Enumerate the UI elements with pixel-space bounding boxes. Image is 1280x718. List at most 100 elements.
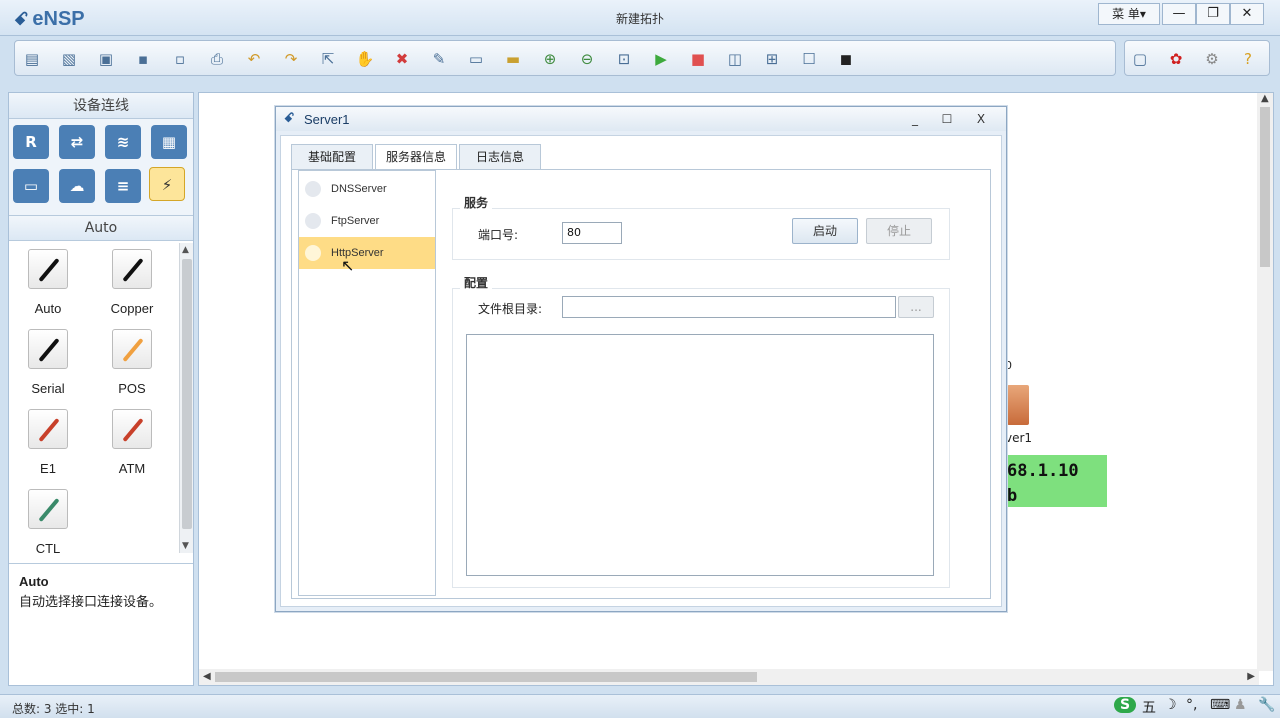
- new-topology-icon[interactable]: ▤: [21, 48, 43, 70]
- ip-note-line2: b: [1007, 486, 1018, 506]
- settings-gear-icon[interactable]: ⚙: [1201, 48, 1223, 70]
- switch-icon[interactable]: ⇄: [59, 125, 95, 159]
- dialog-maximize-button[interactable]: ☐: [932, 109, 962, 129]
- delete-icon[interactable]: ✖: [391, 48, 413, 70]
- canvas-horizontal-scrollbar[interactable]: ◀ ▶: [199, 669, 1259, 685]
- cable-type-header: Auto: [9, 215, 193, 241]
- command-line-icon[interactable]: ◼: [835, 48, 857, 70]
- delete-link-icon[interactable]: ✎: [428, 48, 450, 70]
- connection-icon[interactable]: ⚡: [149, 167, 185, 201]
- cable-list-scrollbar[interactable]: ▲ ▼: [179, 243, 193, 553]
- print-icon[interactable]: ⎙: [206, 48, 228, 70]
- tab-log-info[interactable]: 日志信息: [459, 144, 541, 170]
- dialog-close-button[interactable]: X: [966, 109, 996, 129]
- pan-hand-icon[interactable]: ✋: [354, 48, 376, 70]
- redo-icon[interactable]: ↷: [280, 48, 302, 70]
- close-button[interactable]: ✕: [1230, 3, 1264, 25]
- save-as-icon[interactable]: ▫: [169, 48, 191, 70]
- cable-serial[interactable]: Serial: [13, 329, 83, 396]
- tools-icon[interactable]: 🔧: [1258, 697, 1275, 713]
- auto-cable-icon: [38, 257, 60, 283]
- service-status-icon: [305, 245, 321, 261]
- server-rack-icon[interactable]: ≡: [105, 169, 141, 203]
- undo-icon[interactable]: ↶: [243, 48, 265, 70]
- capture-data-icon[interactable]: ◫: [724, 48, 746, 70]
- save-icon[interactable]: ▪: [132, 48, 154, 70]
- zoom-out-icon[interactable]: ⊖: [576, 48, 598, 70]
- dialog-title-bar[interactable]: ꗃ Server1 _ ☐ X: [276, 107, 1006, 131]
- add-shape-icon[interactable]: ▬: [502, 48, 524, 70]
- selection-count: 总数: 3 选中: 1: [12, 702, 95, 716]
- server-config-dialog: ꗃ Server1 _ ☐ X 基础配置 服务器信息 日志信息 DNSServe…: [275, 106, 1007, 612]
- stop-button[interactable]: 停止: [866, 218, 932, 244]
- port-input[interactable]: 80: [562, 222, 622, 244]
- server-device-icon[interactable]: [1007, 385, 1029, 425]
- device-panel: 设备连线 R ⇄ ≋ ▦ ▭ ☁ ≡ ⚡ Auto Auto Copper Se…: [8, 92, 194, 686]
- cable-pos[interactable]: POS: [97, 329, 167, 396]
- tab-server-info[interactable]: 服务器信息: [375, 144, 457, 171]
- sogou-ime-icon[interactable]: S: [1114, 697, 1136, 713]
- scroll-right-icon[interactable]: ▶: [1247, 671, 1255, 682]
- service-item-ftp[interactable]: FtpServer: [299, 205, 435, 237]
- restore-button[interactable]: ❐: [1196, 3, 1230, 25]
- half-width-icon[interactable]: ☽: [1164, 697, 1177, 713]
- add-note-icon[interactable]: ▭: [465, 48, 487, 70]
- cable-ctl[interactable]: CTL: [13, 489, 83, 556]
- chat-icon[interactable]: ▢: [1129, 48, 1151, 70]
- cable-copper[interactable]: Copper: [97, 249, 167, 316]
- fit-view-icon[interactable]: ⊡: [613, 48, 635, 70]
- ip-note-box[interactable]: 68.1.10 b: [1007, 455, 1107, 507]
- wireless-icon[interactable]: ≋: [105, 125, 141, 159]
- canvas-vertical-scrollbar[interactable]: ▲: [1257, 93, 1273, 671]
- ctl-cable-icon: [38, 497, 60, 523]
- scroll-thumb[interactable]: [182, 259, 192, 529]
- service-item-http[interactable]: HttpServer ↖: [299, 237, 435, 275]
- dialog-minimize-button[interactable]: _: [900, 109, 930, 129]
- browse-button[interactable]: ...: [898, 296, 934, 318]
- cable-atm[interactable]: ATM: [97, 409, 167, 476]
- ime-toolbar: S 五 ☽ °, ⌨ ♟ 🔧: [1114, 697, 1280, 717]
- cable-auto[interactable]: Auto: [13, 249, 83, 316]
- start-button[interactable]: 启动: [792, 218, 858, 244]
- select-icon[interactable]: ⇱: [317, 48, 339, 70]
- router-icon[interactable]: R: [13, 125, 49, 159]
- new-lab-icon[interactable]: ▧: [58, 48, 80, 70]
- minimize-button[interactable]: —: [1162, 3, 1196, 25]
- service-item-dns[interactable]: DNSServer: [299, 173, 435, 205]
- stop-device-icon[interactable]: ■: [687, 48, 709, 70]
- file-list-area[interactable]: [466, 334, 934, 576]
- service-status-icon: [305, 213, 321, 229]
- pos-cable-icon: [122, 337, 144, 363]
- scroll-thumb[interactable]: [215, 672, 757, 682]
- tab-basic-config[interactable]: 基础配置: [291, 144, 373, 170]
- huawei-logo-icon[interactable]: ✿: [1165, 48, 1187, 70]
- menu-button[interactable]: 菜 单▾: [1098, 3, 1160, 25]
- firewall-icon[interactable]: ▦: [151, 125, 187, 159]
- scroll-down-icon[interactable]: ▼: [182, 541, 189, 551]
- keyboard-icon[interactable]: ⌨: [1210, 697, 1230, 713]
- cable-e1[interactable]: E1: [13, 409, 83, 476]
- atm-cable-icon: [122, 417, 144, 443]
- window-title: 新建拓扑: [615, 12, 664, 26]
- ensp-small-icon: ꗃ: [284, 111, 295, 126]
- root-dir-input[interactable]: [562, 296, 896, 318]
- zoom-in-icon[interactable]: ⊕: [539, 48, 561, 70]
- scroll-up-icon[interactable]: ▲: [1261, 93, 1269, 104]
- server-info-panel: DNSServer FtpServer HttpServer ↖ 服务 端口号:…: [291, 169, 991, 599]
- cloud-icon[interactable]: ☁: [59, 169, 95, 203]
- mouse-cursor-icon: ↖: [341, 258, 355, 275]
- punctuation-icon[interactable]: °,: [1186, 697, 1197, 713]
- start-device-icon[interactable]: ▶: [650, 48, 672, 70]
- topology-icon[interactable]: ⊞: [761, 48, 783, 70]
- open-icon[interactable]: ▣: [95, 48, 117, 70]
- scroll-thumb[interactable]: [1260, 107, 1270, 267]
- panel-icon[interactable]: ☐: [798, 48, 820, 70]
- root-dir-label: 文件根目录:: [478, 302, 543, 316]
- scroll-left-icon[interactable]: ◀: [203, 671, 211, 682]
- scroll-up-icon[interactable]: ▲: [182, 245, 189, 255]
- ime-mode-icon[interactable]: 五: [1142, 697, 1156, 717]
- user-icon[interactable]: ♟: [1234, 697, 1247, 713]
- copper-cable-icon: [122, 257, 144, 283]
- help-icon[interactable]: ?: [1237, 48, 1259, 70]
- pc-icon[interactable]: ▭: [13, 169, 49, 203]
